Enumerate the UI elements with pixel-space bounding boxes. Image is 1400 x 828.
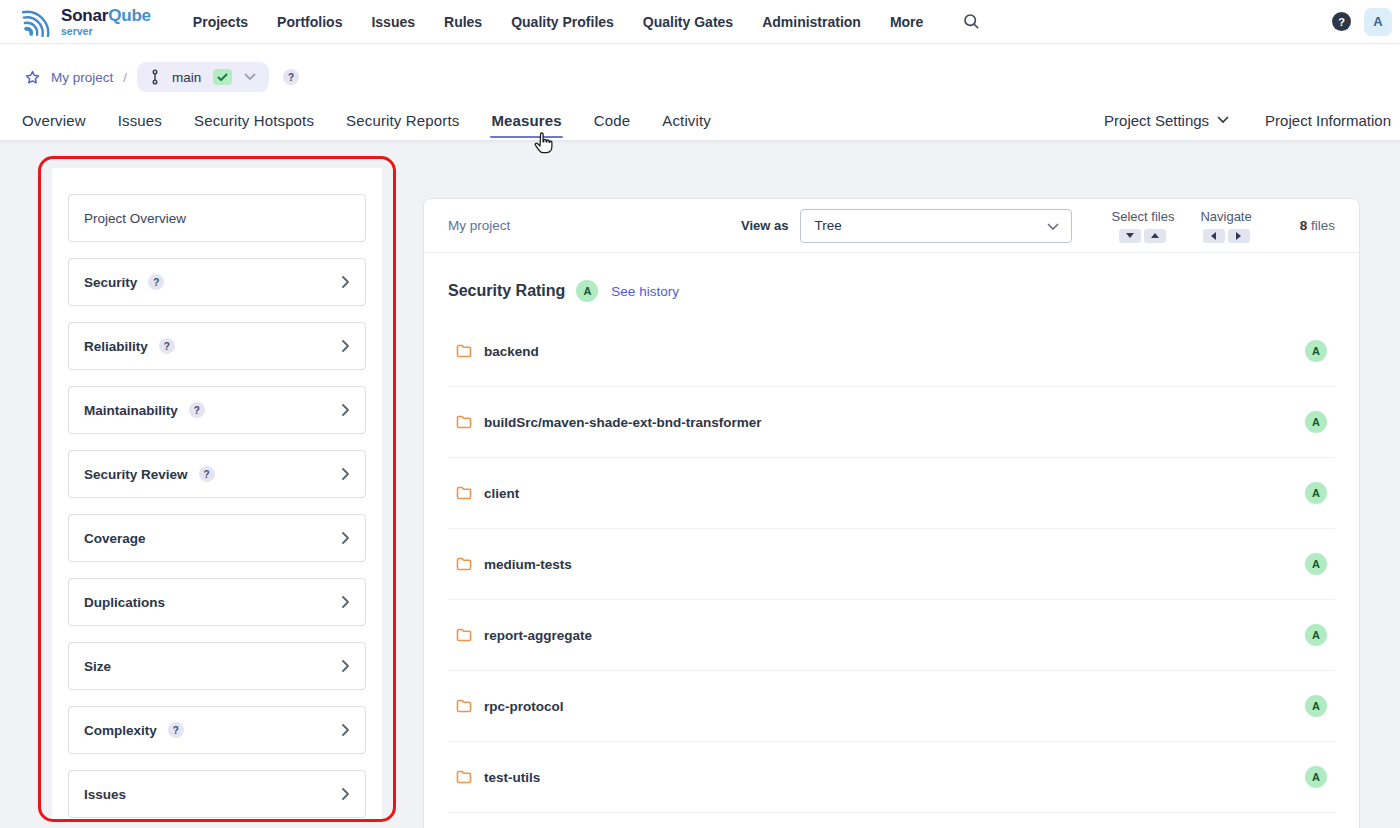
branch-selector[interactable]: main <box>137 62 269 92</box>
component-name: rpc-protocol <box>484 699 564 714</box>
component-row[interactable]: test-utils A <box>448 742 1335 813</box>
project-tabs-bar: Overview Issues Security Hotspots Security … <box>0 100 1400 140</box>
component-rating-badge: A <box>1305 553 1327 575</box>
content-area: Project Overview Security ? Reliability <box>0 140 1400 828</box>
nav-item[interactable]: Projects <box>193 14 248 30</box>
component-rating-badge: A <box>1305 340 1327 362</box>
sonarqube-logo[interactable]: SonarQube server <box>22 7 151 37</box>
component-name: client <box>484 486 519 501</box>
component-name: report-aggregate <box>484 628 592 643</box>
component-name: buildSrc/maven-shade-ext-bnd-transformer <box>484 415 762 430</box>
folder-icon <box>456 557 472 571</box>
breadcrumb-separator: / <box>123 70 127 85</box>
tab[interactable]: Activity <box>662 100 711 140</box>
component-name: medium-tests <box>484 557 572 572</box>
nav-item[interactable]: Issues <box>371 14 415 30</box>
files-count: 8 files <box>1300 218 1335 233</box>
tab[interactable]: Security Hotspots <box>194 100 314 140</box>
chevron-down-icon <box>1217 116 1229 124</box>
user-avatar[interactable]: A <box>1364 8 1392 36</box>
component-row[interactable]: buildSrc/maven-shade-ext-bnd-transformer… <box>448 387 1335 458</box>
measures-panel: My project View as Tree Select files <box>423 198 1360 828</box>
mouse-cursor-icon <box>531 131 554 160</box>
select-previous-file-button[interactable] <box>1144 229 1166 243</box>
component-row[interactable]: client A <box>448 458 1335 529</box>
breadcrumb: My project / main ? <box>0 44 1400 100</box>
navigate-forward-button[interactable] <box>1228 229 1250 243</box>
nav-item[interactable]: Administration <box>762 14 861 30</box>
component-list: backend A buildSrc/maven-shade-ext-bnd-t… <box>448 316 1335 813</box>
tab[interactable]: Overview <box>22 100 86 140</box>
top-navigation: SonarQube server Projects Portfolios Issue… <box>0 0 1400 44</box>
project-information-link[interactable]: Project Information <box>1265 112 1391 129</box>
help-icon[interactable]: ? <box>1332 12 1351 31</box>
select-next-file-button[interactable] <box>1119 229 1141 243</box>
branch-name: main <box>172 70 201 85</box>
overall-rating-badge: A <box>576 280 598 302</box>
view-as-value: Tree <box>815 218 842 233</box>
sonar-waves-icon <box>22 7 56 37</box>
component-rating-badge: A <box>1305 482 1327 504</box>
chevron-down-icon <box>1047 217 1059 235</box>
breadcrumb-project-link[interactable]: My project <box>51 70 113 85</box>
folder-icon <box>456 699 472 713</box>
red-annotation-rectangle <box>38 156 396 822</box>
nav-item[interactable]: More <box>890 14 923 30</box>
nav-item[interactable]: Rules <box>444 14 482 30</box>
chevron-down-icon <box>244 73 256 81</box>
brand-subtitle: server <box>61 26 151 37</box>
view-as-dropdown[interactable]: Tree <box>800 209 1072 243</box>
folder-icon <box>456 628 472 642</box>
sonarqube-measures-page: SonarQube server Projects Portfolios Issue… <box>0 0 1400 828</box>
quality-gate-check-icon <box>213 69 232 85</box>
folder-icon <box>456 344 472 358</box>
search-icon[interactable] <box>963 13 980 30</box>
component-row[interactable]: medium-tests A <box>448 529 1335 600</box>
brand-name: SonarQube <box>61 7 151 24</box>
tab[interactable]: Issues <box>118 100 162 140</box>
view-as-label: View as <box>741 218 788 233</box>
metric-title: Security Rating <box>448 282 565 300</box>
component-rating-badge: A <box>1305 766 1327 788</box>
main-nav: Projects Portfolios Issues Rules Quality Pro… <box>193 14 924 30</box>
navigate-back-button[interactable] <box>1203 229 1225 243</box>
branch-icon <box>150 69 160 85</box>
component-row[interactable]: rpc-protocol A <box>448 671 1335 742</box>
nav-item[interactable]: Quality Profiles <box>511 14 614 30</box>
measures-panel-header: My project View as Tree Select files <box>424 199 1359 253</box>
see-history-link[interactable]: See history <box>611 284 679 299</box>
component-rating-badge: A <box>1305 411 1327 433</box>
component-row[interactable]: report-aggregate A <box>448 600 1335 671</box>
component-name: backend <box>484 344 539 359</box>
component-rating-badge: A <box>1305 695 1327 717</box>
component-rating-badge: A <box>1305 624 1327 646</box>
select-files-label: Select files <box>1112 209 1175 224</box>
metric-heading: Security Rating A See history <box>448 280 1335 302</box>
folder-icon <box>456 415 472 429</box>
tab[interactable]: Code <box>594 100 630 140</box>
nav-item[interactable]: Quality Gates <box>643 14 733 30</box>
folder-icon <box>456 770 472 784</box>
branch-help-icon[interactable]: ? <box>283 69 299 85</box>
favorite-star-icon[interactable] <box>24 69 41 86</box>
navigate-label: Navigate <box>1200 209 1251 224</box>
component-row[interactable]: backend A <box>448 316 1335 387</box>
nav-item[interactable]: Portfolios <box>277 14 342 30</box>
project-tabs: Overview Issues Security Hotspots Security … <box>22 100 711 140</box>
component-name: test-utils <box>484 770 540 785</box>
tab[interactable]: Security Reports <box>346 100 459 140</box>
panel-breadcrumb-project[interactable]: My project <box>448 218 510 233</box>
folder-icon <box>456 486 472 500</box>
project-settings-menu[interactable]: Project Settings <box>1104 112 1229 129</box>
